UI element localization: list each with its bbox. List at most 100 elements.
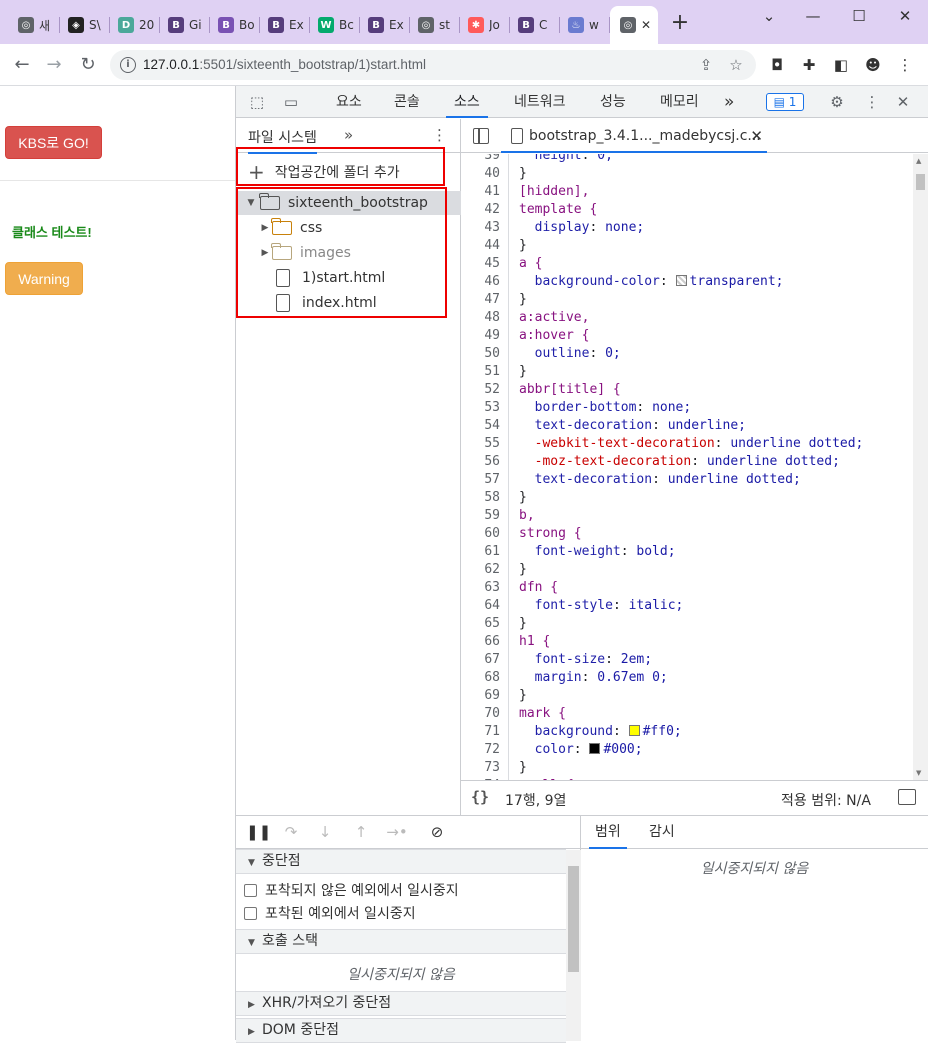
- xhr-breakpoints-section-header[interactable]: ▶ XHR/가져오기 중단점: [236, 991, 566, 1016]
- profile-avatar[interactable]: ☻: [862, 54, 884, 76]
- pretty-print-braces-icon[interactable]: {}: [471, 788, 489, 806]
- dom-breakpoints-section-header[interactable]: ▶ DOM 중단점: [236, 1018, 566, 1043]
- coverage-panel-icon[interactable]: [898, 789, 916, 805]
- tab-title: st: [439, 18, 450, 32]
- line-number: 51: [461, 363, 509, 381]
- browser-tab[interactable]: B Gi: [160, 10, 208, 40]
- pause-caught-row[interactable]: 포착된 예외에서 일시중지: [244, 902, 416, 924]
- color-swatch-icon[interactable]: [675, 275, 687, 286]
- devtools-panel: ⬚ ▭ 요소 콘솔 소스 네트워크 성능 메모리 » ▤ 1 ⚙ ⋮ ✕ 파일 …: [236, 86, 928, 1043]
- minimize-button[interactable]: —: [790, 4, 836, 28]
- device-toolbar-icon[interactable]: ▭: [280, 92, 302, 112]
- url-path: :5501/sixteenth_bootstrap/1)start.html: [199, 57, 426, 72]
- tab-memory[interactable]: 메모리: [660, 86, 699, 118]
- pause-uncaught-checkbox[interactable]: [244, 883, 257, 897]
- line-number: 46: [461, 273, 509, 291]
- more-navigator-tabs-icon[interactable]: »: [344, 126, 353, 144]
- scroll-up-arrow-icon[interactable]: ▲: [916, 157, 921, 165]
- scrollbar-thumb[interactable]: [916, 174, 925, 190]
- more-tabs-chevron-icon[interactable]: »: [724, 86, 734, 118]
- maximize-button[interactable]: ☐: [836, 4, 882, 28]
- warning-button[interactable]: Warning: [5, 262, 83, 295]
- reload-button[interactable]: ↻: [76, 53, 100, 77]
- issues-badge[interactable]: ▤ 1: [766, 93, 804, 111]
- tab-search-button[interactable]: ⌄: [746, 4, 792, 28]
- code-line: 42 template {: [461, 201, 913, 219]
- bootstrap-icon: B: [368, 17, 384, 33]
- browser-tab[interactable]: W Bc: [310, 10, 358, 40]
- browser-tab[interactable]: ◎ 새: [10, 10, 58, 40]
- editor-scrollbar[interactable]: ▲ ▼: [913, 154, 928, 780]
- browser-tab[interactable]: B Bo: [210, 10, 258, 40]
- close-tab-icon[interactable]: ✕: [750, 119, 763, 153]
- new-tab-button[interactable]: +: [668, 12, 692, 36]
- code-line: 62}: [461, 561, 913, 579]
- tab-performance[interactable]: 성능: [600, 86, 626, 118]
- browser-tab[interactable]: BC: [510, 10, 558, 40]
- step-over-icon[interactable]: ↷: [280, 822, 302, 842]
- bookmark-star-icon[interactable]: ☆: [726, 55, 746, 75]
- code-line: 63 dfn {: [461, 579, 913, 597]
- pause-icon[interactable]: ❚❚: [246, 822, 271, 842]
- step-icon[interactable]: →•: [386, 822, 408, 842]
- camera-icon[interactable]: ◘: [766, 54, 788, 76]
- tab-title: Ex: [389, 18, 404, 32]
- extensions-puzzle-icon[interactable]: ✚: [798, 54, 820, 76]
- line-number: 66: [461, 633, 509, 651]
- forward-button[interactable]: →: [42, 53, 66, 77]
- editor-tab-bootstrap-css[interactable]: bootstrap_3.4.1..._madebycsj.c... ✕: [501, 119, 767, 153]
- line-number: 61: [461, 543, 509, 561]
- browser-tab[interactable]: ♨ w: [560, 10, 608, 40]
- step-into-icon[interactable]: ↓: [314, 822, 336, 842]
- scrollbar-thumb[interactable]: [568, 866, 579, 972]
- line-number: 70: [461, 705, 509, 723]
- line-number: 50: [461, 345, 509, 363]
- close-tab-icon[interactable]: ✕: [641, 18, 651, 32]
- kbs-go-button[interactable]: KBS로 GO!: [5, 126, 102, 159]
- debugger-scrollbar[interactable]: [566, 850, 581, 1041]
- close-devtools-icon[interactable]: ✕: [892, 92, 914, 112]
- tab-scope[interactable]: 범위: [589, 816, 627, 849]
- devtools-menu-icon[interactable]: ⋮: [861, 92, 883, 112]
- site-info-icon[interactable]: i: [120, 57, 136, 73]
- tab-network[interactable]: 네트워크: [514, 86, 566, 118]
- toggle-navigator-icon[interactable]: [473, 128, 489, 144]
- pause-uncaught-row[interactable]: 포착되지 않은 예외에서 일시중지: [244, 879, 459, 901]
- line-number: 43: [461, 219, 509, 237]
- share-icon[interactable]: ⇪: [696, 55, 716, 75]
- codepen-icon: ◈: [68, 17, 84, 33]
- color-swatch-icon[interactable]: [589, 743, 601, 754]
- divider: [0, 180, 235, 181]
- line-number: 65: [461, 615, 509, 633]
- browser-tab[interactable]: B Ex: [260, 10, 308, 40]
- browser-tab[interactable]: ◈ S\: [60, 10, 108, 40]
- breakpoints-section-header[interactable]: ▼ 중단점: [236, 849, 566, 874]
- tab-elements[interactable]: 요소: [336, 86, 362, 118]
- code-area[interactable]: 39 height: 0; 40} 41 [hidden], 42 template {4…: [461, 154, 913, 780]
- deactivate-breakpoints-icon[interactable]: ⊘: [426, 822, 448, 842]
- browser-tab[interactable]: D 20: [110, 10, 158, 40]
- globe-icon: ◎: [418, 17, 434, 33]
- browser-tab[interactable]: ✱ Jo: [460, 10, 508, 40]
- tab-console[interactable]: 콘솔: [394, 86, 420, 118]
- url-text[interactable]: 127.0.0.1:5501/sixteenth_bootstrap/1)sta…: [143, 57, 426, 72]
- pause-caught-checkbox[interactable]: [244, 906, 257, 920]
- step-out-icon[interactable]: ↑: [350, 822, 372, 842]
- chrome-menu-icon[interactable]: ⋮: [894, 54, 916, 76]
- side-panel-icon[interactable]: ◧: [830, 54, 852, 76]
- browser-tab[interactable]: ◎ ✕: [610, 6, 658, 44]
- tab-sources[interactable]: 소스: [446, 86, 488, 118]
- close-window-button[interactable]: ✕: [882, 4, 928, 28]
- settings-gear-icon[interactable]: ⚙: [826, 92, 848, 112]
- tab-watch[interactable]: 감시: [649, 816, 675, 849]
- back-button[interactable]: ←: [10, 53, 34, 77]
- browser-tab[interactable]: B Ex: [360, 10, 408, 40]
- d-icon: D: [118, 17, 134, 33]
- callstack-section-header[interactable]: ▼ 호출 스택: [236, 929, 566, 954]
- inspect-element-icon[interactable]: ⬚: [246, 92, 268, 112]
- scroll-down-arrow-icon[interactable]: ▼: [916, 769, 921, 777]
- color-swatch-icon[interactable]: [628, 725, 640, 736]
- address-bar[interactable]: i 127.0.0.1:5501/sixteenth_bootstrap/1)s…: [110, 50, 756, 80]
- browser-tab[interactable]: ◎ st: [410, 10, 458, 40]
- navigator-menu-icon[interactable]: ⋮: [432, 126, 447, 144]
